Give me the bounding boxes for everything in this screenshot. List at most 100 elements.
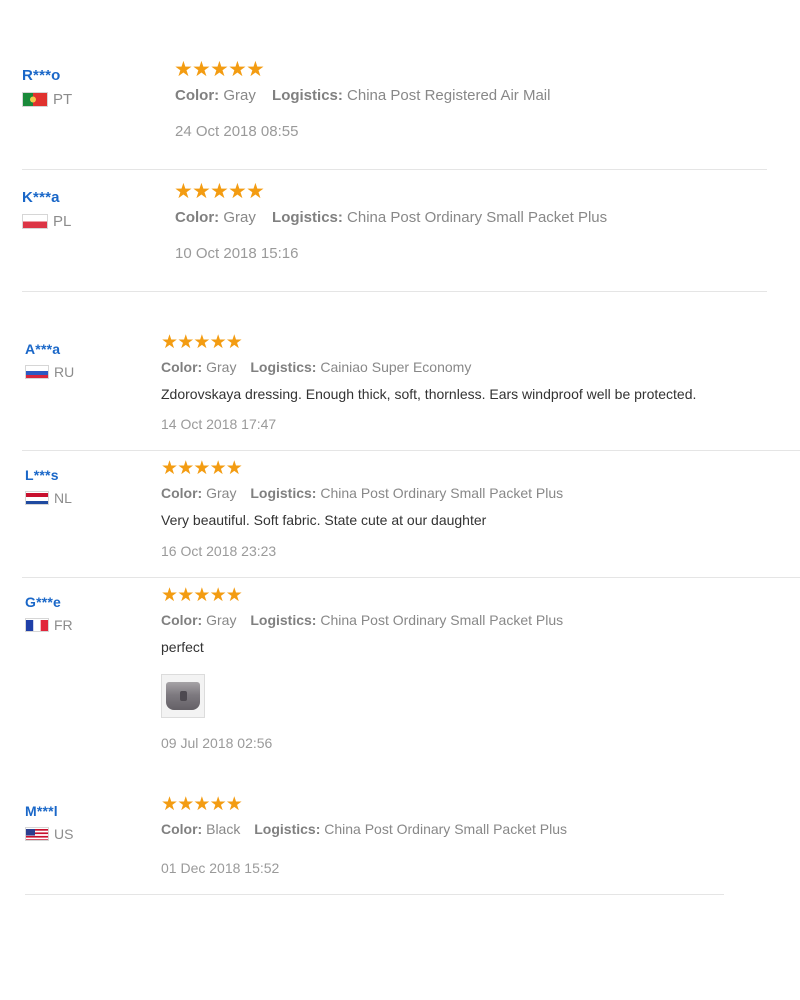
logistics-value: Cainiao Super Economy — [320, 359, 472, 375]
color-value: Gray — [223, 209, 256, 226]
reviewer-country: PL — [22, 213, 71, 230]
star-icon: ★ — [177, 794, 195, 815]
logistics-label: Logistics: — [250, 359, 317, 375]
reviewer-name[interactable]: G***e — [25, 594, 61, 610]
headband-knot — [180, 691, 187, 701]
logistics-value: China Post Ordinary Small Packet Plus — [320, 485, 564, 501]
star-icon: ★ — [161, 794, 179, 815]
color-label: Color: — [175, 209, 220, 226]
divider — [22, 450, 800, 451]
color-value: Gray — [206, 359, 237, 375]
star-icon: ★ — [177, 458, 195, 479]
country-code: PL — [53, 213, 72, 230]
star-icon: ★ — [193, 332, 211, 353]
divider — [22, 577, 800, 578]
order-info: Color: Gray Logistics: China Post Ordina… — [161, 485, 563, 501]
star-icon: ★ — [209, 332, 227, 353]
logistics-label: Logistics: — [272, 209, 343, 226]
reviews-page: R***o PT ★ ★ ★ ★ ★ Color: Gray Logistics: Ch… — [0, 0, 800, 1000]
country-code: US — [54, 826, 74, 842]
review-comment: Zdorovskaya dressing. Enough thick, soft… — [161, 386, 697, 402]
star-icon: ★ — [193, 458, 211, 479]
star-icon: ★ — [193, 585, 211, 606]
review-date: 10 Oct 2018 15:16 — [175, 245, 299, 262]
star-icon: ★ — [161, 332, 179, 353]
review-photo-thumbnail[interactable] — [161, 674, 205, 718]
star-rating: ★ ★ ★ ★ ★ — [161, 585, 243, 606]
reviewer-name[interactable]: A***a — [25, 341, 60, 357]
star-icon: ★ — [174, 180, 193, 203]
star-icon: ★ — [225, 332, 243, 353]
star-icon: ★ — [177, 585, 195, 606]
divider — [25, 894, 724, 895]
star-icon: ★ — [209, 585, 227, 606]
reviewer-name[interactable]: R***o — [22, 67, 61, 84]
reviewer-country: RU — [25, 364, 74, 380]
review-date: 01 Dec 2018 15:52 — [161, 860, 280, 876]
star-icon: ★ — [177, 332, 195, 353]
star-rating: ★ ★ ★ ★ ★ — [161, 458, 243, 479]
order-info: Color: Gray Logistics: China Post Ordina… — [161, 612, 563, 628]
flag-pt-icon — [22, 92, 48, 107]
country-code: FR — [54, 617, 73, 633]
reviewer-name[interactable]: K***a — [22, 189, 60, 206]
star-icon: ★ — [161, 585, 179, 606]
order-info: Color: Gray Logistics: China Post Ordina… — [175, 209, 607, 226]
flag-ru-icon — [25, 365, 49, 379]
review-comment: perfect — [161, 639, 204, 655]
color-label: Color: — [161, 821, 203, 837]
star-icon: ★ — [192, 180, 211, 203]
star-icon: ★ — [225, 458, 243, 479]
order-info: Color: Black Logistics: China Post Ordin… — [161, 821, 567, 837]
review-comment: Very beautiful. Soft fabric. State cute … — [161, 512, 487, 528]
color-label: Color: — [161, 359, 203, 375]
flag-fr-icon — [25, 618, 49, 632]
reviewer-name[interactable]: M***l — [25, 803, 58, 819]
country-code: RU — [54, 364, 75, 380]
color-value: Gray — [206, 612, 237, 628]
review-date: 09 Jul 2018 02:56 — [161, 735, 273, 751]
color-label: Color: — [161, 485, 203, 501]
star-icon: ★ — [193, 794, 211, 815]
star-icon: ★ — [246, 58, 265, 81]
star-rating: ★ ★ ★ ★ ★ — [174, 58, 265, 81]
divider — [22, 291, 767, 292]
reviewer-country: NL — [25, 490, 72, 506]
star-icon: ★ — [228, 58, 247, 81]
divider — [22, 169, 767, 170]
star-icon: ★ — [225, 794, 243, 815]
reviewer-country: PT — [22, 91, 72, 108]
flag-nl-icon — [25, 491, 49, 505]
logistics-value: China Post Registered Air Mail — [347, 87, 551, 104]
reviewer-country: US — [25, 826, 73, 842]
color-value: Black — [206, 821, 241, 837]
star-rating: ★ ★ ★ ★ ★ — [161, 332, 243, 353]
review-date: 14 Oct 2018 17:47 — [161, 416, 277, 432]
review-date: 24 Oct 2018 08:55 — [175, 123, 299, 140]
star-icon: ★ — [209, 794, 227, 815]
star-icon: ★ — [246, 180, 265, 203]
logistics-label: Logistics: — [254, 821, 321, 837]
star-icon: ★ — [192, 58, 211, 81]
star-icon: ★ — [174, 58, 193, 81]
logistics-label: Logistics: — [250, 612, 317, 628]
star-rating: ★ ★ ★ ★ ★ — [161, 794, 243, 815]
color-value: Gray — [206, 485, 237, 501]
star-icon: ★ — [209, 458, 227, 479]
order-info: Color: Gray Logistics: Cainiao Super Eco… — [161, 359, 471, 375]
country-code: NL — [54, 490, 72, 506]
star-icon: ★ — [210, 180, 229, 203]
order-info: Color: Gray Logistics: China Post Regist… — [175, 87, 550, 104]
logistics-label: Logistics: — [250, 485, 317, 501]
flag-pl-icon — [22, 214, 48, 229]
star-rating: ★ ★ ★ ★ ★ — [174, 180, 265, 203]
logistics-value: China Post Ordinary Small Packet Plus — [320, 612, 564, 628]
star-icon: ★ — [228, 180, 247, 203]
star-icon: ★ — [210, 58, 229, 81]
logistics-value: China Post Ordinary Small Packet Plus — [324, 821, 568, 837]
color-label: Color: — [161, 612, 203, 628]
reviewer-name[interactable]: L***s — [25, 467, 59, 483]
logistics-label: Logistics: — [272, 87, 343, 104]
country-code: PT — [53, 91, 73, 108]
review-date: 16 Oct 2018 23:23 — [161, 543, 277, 559]
